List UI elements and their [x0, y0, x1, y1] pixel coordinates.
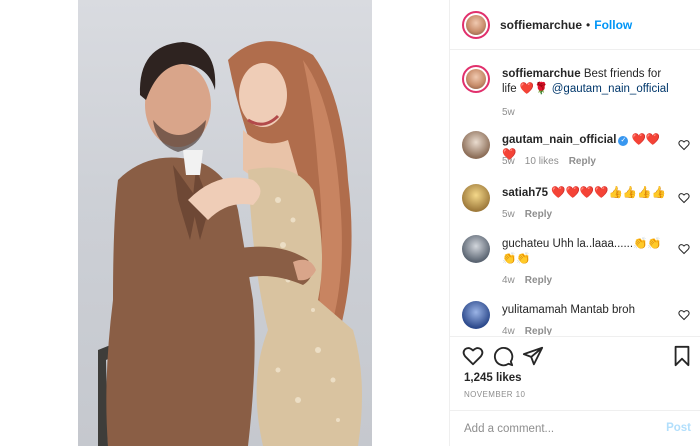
share-icon[interactable]	[522, 345, 544, 367]
comment-time[interactable]: 5w	[502, 209, 515, 220]
comment-body: ❤️❤️❤️❤️👍👍👍👍	[551, 187, 666, 199]
comment-username[interactable]: yulitamamah	[502, 304, 567, 316]
comment-time[interactable]: 4w	[502, 275, 515, 286]
caption-username[interactable]: soffiemarchue	[502, 68, 581, 80]
comment-text: guchateu Uhh la..laaa......👏👏👏👏	[502, 237, 672, 267]
comment-avatar[interactable]	[462, 301, 490, 329]
post-comment-button[interactable]: Post	[666, 422, 691, 434]
bookmark-icon[interactable]	[671, 345, 693, 367]
like-heart-icon[interactable]	[678, 192, 690, 204]
follow-button[interactable]: Follow	[594, 18, 632, 32]
caption-text: soffiemarchue Best friends for life ❤️🌹 …	[502, 67, 672, 97]
caption-meta: 5w	[502, 107, 515, 118]
post-side-panel: soffiemarchue • Follow soffiemarchue Bes…	[449, 0, 700, 446]
comment-text: satiah75 ❤️❤️❤️❤️👍👍👍👍	[502, 186, 672, 201]
verified-icon: ✓	[618, 136, 629, 146]
reply-button[interactable]: Reply	[525, 209, 552, 220]
comment-avatar[interactable]	[462, 184, 490, 212]
comment-time[interactable]: 4w	[502, 326, 515, 335]
like-heart-icon[interactable]	[678, 309, 690, 321]
reply-button[interactable]: Reply	[569, 156, 596, 167]
comment-meta: 5w Reply	[502, 209, 552, 220]
comment-username[interactable]: satiah75	[502, 187, 548, 199]
like-heart-icon[interactable]	[678, 139, 690, 151]
comment-meta: 4w Reply	[502, 326, 552, 335]
reply-button[interactable]: Reply	[525, 326, 552, 335]
comment-username[interactable]: gautam_nain_official	[502, 134, 616, 146]
add-comment-bar: Post	[450, 410, 700, 446]
reply-button[interactable]: Reply	[525, 275, 552, 286]
caption-time[interactable]: 5w	[502, 107, 515, 118]
author-username[interactable]: soffiemarchue	[500, 18, 582, 32]
post-photo-illustration	[98, 41, 362, 446]
comment-meta: 4w Reply	[502, 275, 552, 286]
comment-time[interactable]: 5w	[502, 156, 515, 167]
comment-row: satiah75 ❤️❤️❤️❤️👍👍👍👍 5w Reply	[462, 184, 694, 224]
comment-body: Mantab broh	[570, 304, 635, 316]
comment-row: guchateu Uhh la..laaa......👏👏👏👏 4w Reply	[462, 235, 694, 287]
comment-username[interactable]: guchateu	[502, 238, 549, 250]
caption-avatar[interactable]	[462, 65, 490, 93]
comment-avatar[interactable]	[462, 235, 490, 263]
comment-icon[interactable]	[492, 345, 514, 367]
comment-avatar[interactable]	[462, 131, 490, 159]
comment-row: yulitamamah Mantab broh 4w Reply	[462, 301, 694, 335]
comment-text: yulitamamah Mantab broh	[502, 303, 672, 318]
comment-input[interactable]	[464, 420, 659, 438]
caption-mention[interactable]: @gautam_nain_official	[552, 83, 669, 95]
comment-meta: 5w 10 likes Reply	[502, 156, 596, 167]
caption: soffiemarchue Best friends for life ❤️🌹 …	[462, 65, 694, 121]
header-separator: •	[586, 17, 591, 32]
likes-count[interactable]: 1,245 likes	[464, 372, 522, 384]
comment-row: gautam_nain_official ✓ ❤️❤️❤️ 5w 10 likes…	[462, 131, 694, 171]
post-photo[interactable]	[78, 0, 372, 446]
caption-emoji: ❤️🌹	[519, 83, 549, 95]
comment-likes[interactable]: 10 likes	[525, 156, 559, 167]
post-header: soffiemarchue • Follow	[450, 0, 700, 50]
author-avatar[interactable]	[462, 10, 490, 39]
post-actions	[450, 336, 700, 376]
heart-icon[interactable]	[462, 345, 484, 367]
comments-list[interactable]: soffiemarchue Best friends for life ❤️🌹 …	[450, 51, 700, 335]
left-gutter	[0, 0, 78, 446]
post-date[interactable]: NOVEMBER 10	[464, 390, 525, 399]
like-heart-icon[interactable]	[678, 243, 690, 255]
